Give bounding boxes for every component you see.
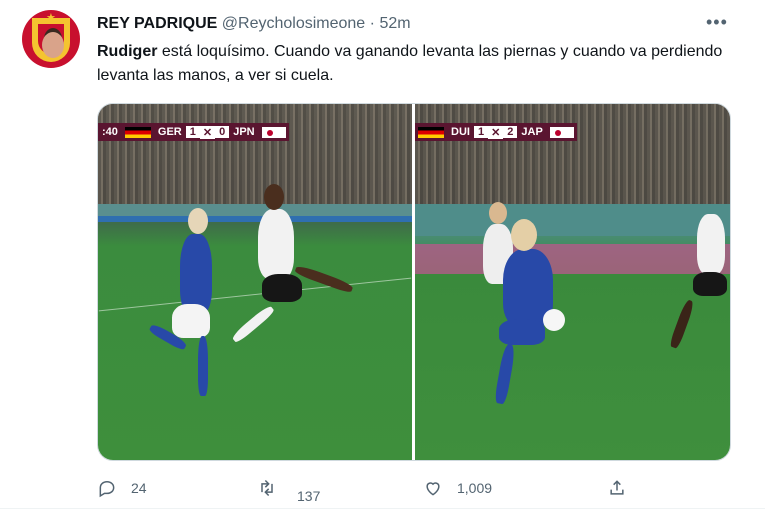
player-japan-main-head <box>511 219 537 251</box>
user-handle[interactable]: @Reycholosimeone <box>222 15 365 32</box>
tweet-actions: 24 137 1,009 <box>97 476 657 504</box>
home-goals: 1 <box>185 126 200 138</box>
ad-board-pink <box>415 244 730 274</box>
reply-icon <box>99 480 115 498</box>
tweet-timestamp[interactable]: 52m <box>379 15 410 32</box>
player-germany-head <box>264 184 284 210</box>
ad-board-strip <box>98 216 412 222</box>
retweet-count: 137 <box>297 488 321 504</box>
player-germany-leg-2 <box>230 304 276 344</box>
separator-dot: · <box>369 15 375 32</box>
scoreboard-left: :40 GER 1 ✕ 0 JPN <box>98 123 289 141</box>
tweet-media[interactable]: :40 GER 1 ✕ 0 JPN DUI 1 ✕ 2 JAP <box>97 103 731 461</box>
player-germany-right-leg <box>668 298 696 350</box>
tweet-card[interactable]: ★ REY PADRIQUE @Reycholosimeone · 52m ••… <box>0 0 765 509</box>
player-japan <box>180 234 212 314</box>
japan-flag-icon <box>261 126 286 138</box>
avatar[interactable]: ★ <box>22 10 80 68</box>
share-button[interactable] <box>607 476 627 500</box>
retweet-icon <box>261 479 273 497</box>
home-goals: 1 <box>473 126 489 138</box>
home-team: DUI <box>451 126 470 138</box>
tweet-text: Rudiger está loquísimo. Cuando va ganand… <box>97 40 737 88</box>
stadium-stands <box>98 104 412 204</box>
player-japan-main-leg <box>493 343 517 405</box>
player-japan-leg-2 <box>198 336 208 396</box>
player-japan-main-shorts <box>499 319 545 345</box>
like-button[interactable]: 1,009 <box>423 476 492 500</box>
like-count: 1,009 <box>457 480 493 496</box>
ball <box>543 309 565 331</box>
scoreboard-right: DUI 1 ✕ 2 JAP <box>415 123 577 141</box>
away-team: JPN <box>233 126 255 138</box>
match-clock: :40 <box>102 126 118 138</box>
stadium-stands <box>415 104 730 204</box>
ad-board <box>415 204 730 236</box>
like-icon <box>426 482 440 496</box>
germany-flag-icon <box>124 126 151 138</box>
away-goals: 2 <box>503 126 518 138</box>
reply-count: 24 <box>131 480 147 496</box>
tweet-text-bold: Rudiger <box>97 43 158 60</box>
more-icon[interactable]: ••• <box>706 12 728 32</box>
world-cup-logo-icon: ✕ <box>199 125 216 139</box>
away-goals: 0 <box>215 126 230 138</box>
player-germany <box>258 209 294 279</box>
media-photo-right[interactable]: DUI 1 ✕ 2 JAP <box>415 104 730 460</box>
ad-board <box>98 204 412 216</box>
display-name[interactable]: REY PADRIQUE <box>97 15 217 32</box>
player-germany-bg-head <box>489 202 507 224</box>
share-icon <box>610 480 624 495</box>
germany-flag-icon <box>418 126 444 138</box>
tweet-text-body: está loquísimo. Cuando va ganando levant… <box>97 43 723 84</box>
retweet-button[interactable] <box>257 476 277 500</box>
japan-flag-icon <box>549 126 574 138</box>
world-cup-logo-icon: ✕ <box>488 125 504 139</box>
player-japan-shorts <box>172 304 210 338</box>
player-germany-right-shorts <box>693 272 727 296</box>
player-germany-right <box>697 214 725 274</box>
away-team: JAP <box>521 126 543 138</box>
player-germany-shorts <box>262 274 302 302</box>
reply-button[interactable]: 24 <box>97 476 147 500</box>
pitch-line <box>98 277 412 312</box>
tweet-header: REY PADRIQUE @Reycholosimeone · 52m <box>97 14 411 34</box>
media-photo-left[interactable]: :40 GER 1 ✕ 0 JPN <box>98 104 412 460</box>
home-team: GER <box>157 126 182 138</box>
profile-face <box>42 32 64 58</box>
player-japan-head <box>188 208 208 234</box>
star-icon: ★ <box>46 12 56 24</box>
